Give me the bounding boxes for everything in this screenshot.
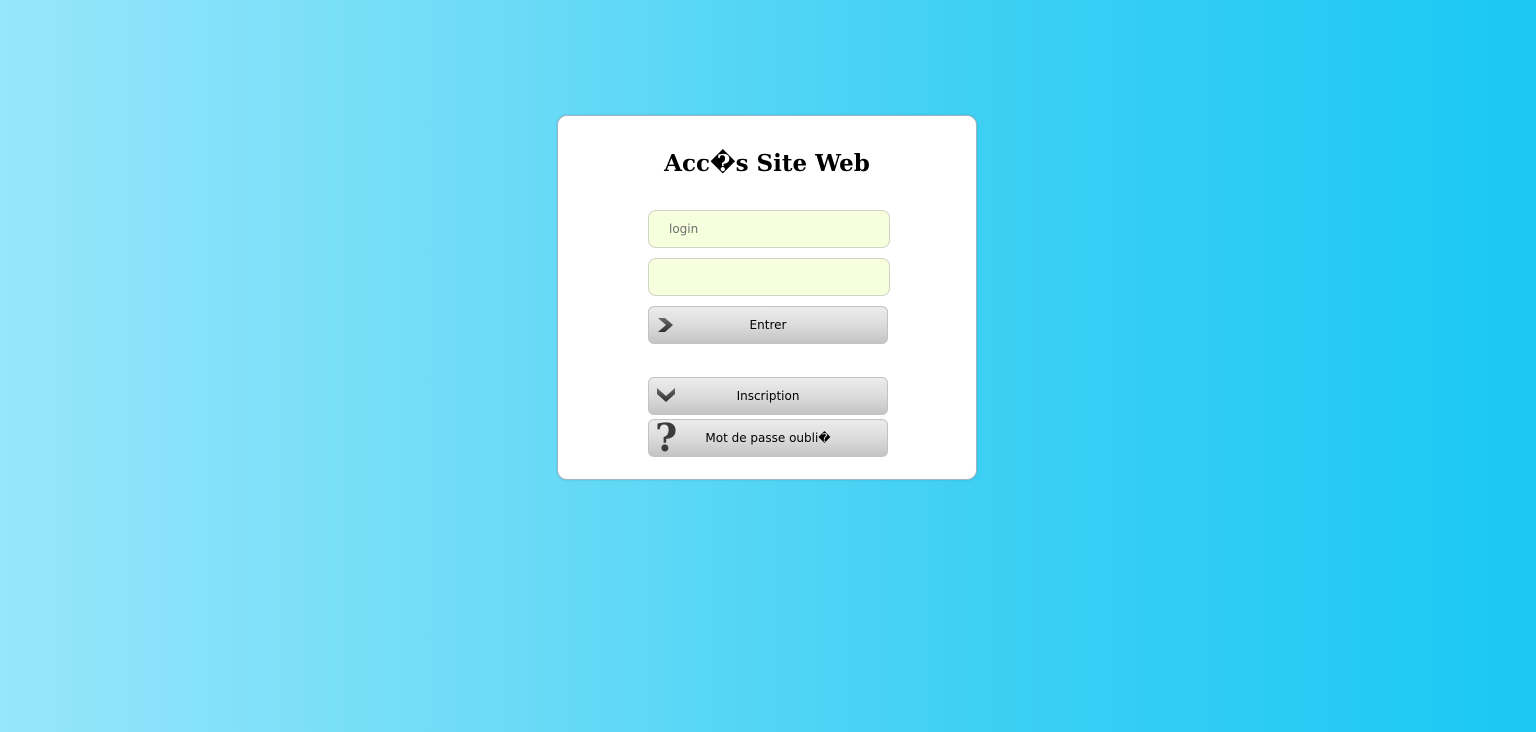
signup-button[interactable]: Inscription: [648, 377, 888, 415]
enter-button[interactable]: Entrer: [648, 306, 888, 344]
password-input[interactable]: [648, 258, 890, 296]
signup-button-label: Inscription: [736, 389, 800, 403]
login-input[interactable]: [648, 210, 890, 248]
login-card: Acc�s Site Web Entrer Inscripti: [557, 115, 977, 480]
page-title: Acc�s Site Web: [664, 150, 870, 177]
enter-button-label: Entrer: [749, 318, 787, 332]
forgot-password-button-label: Mot de passe oubli�: [705, 431, 831, 445]
forgot-password-button[interactable]: ? Mot de passe oubli�: [648, 416, 888, 460]
